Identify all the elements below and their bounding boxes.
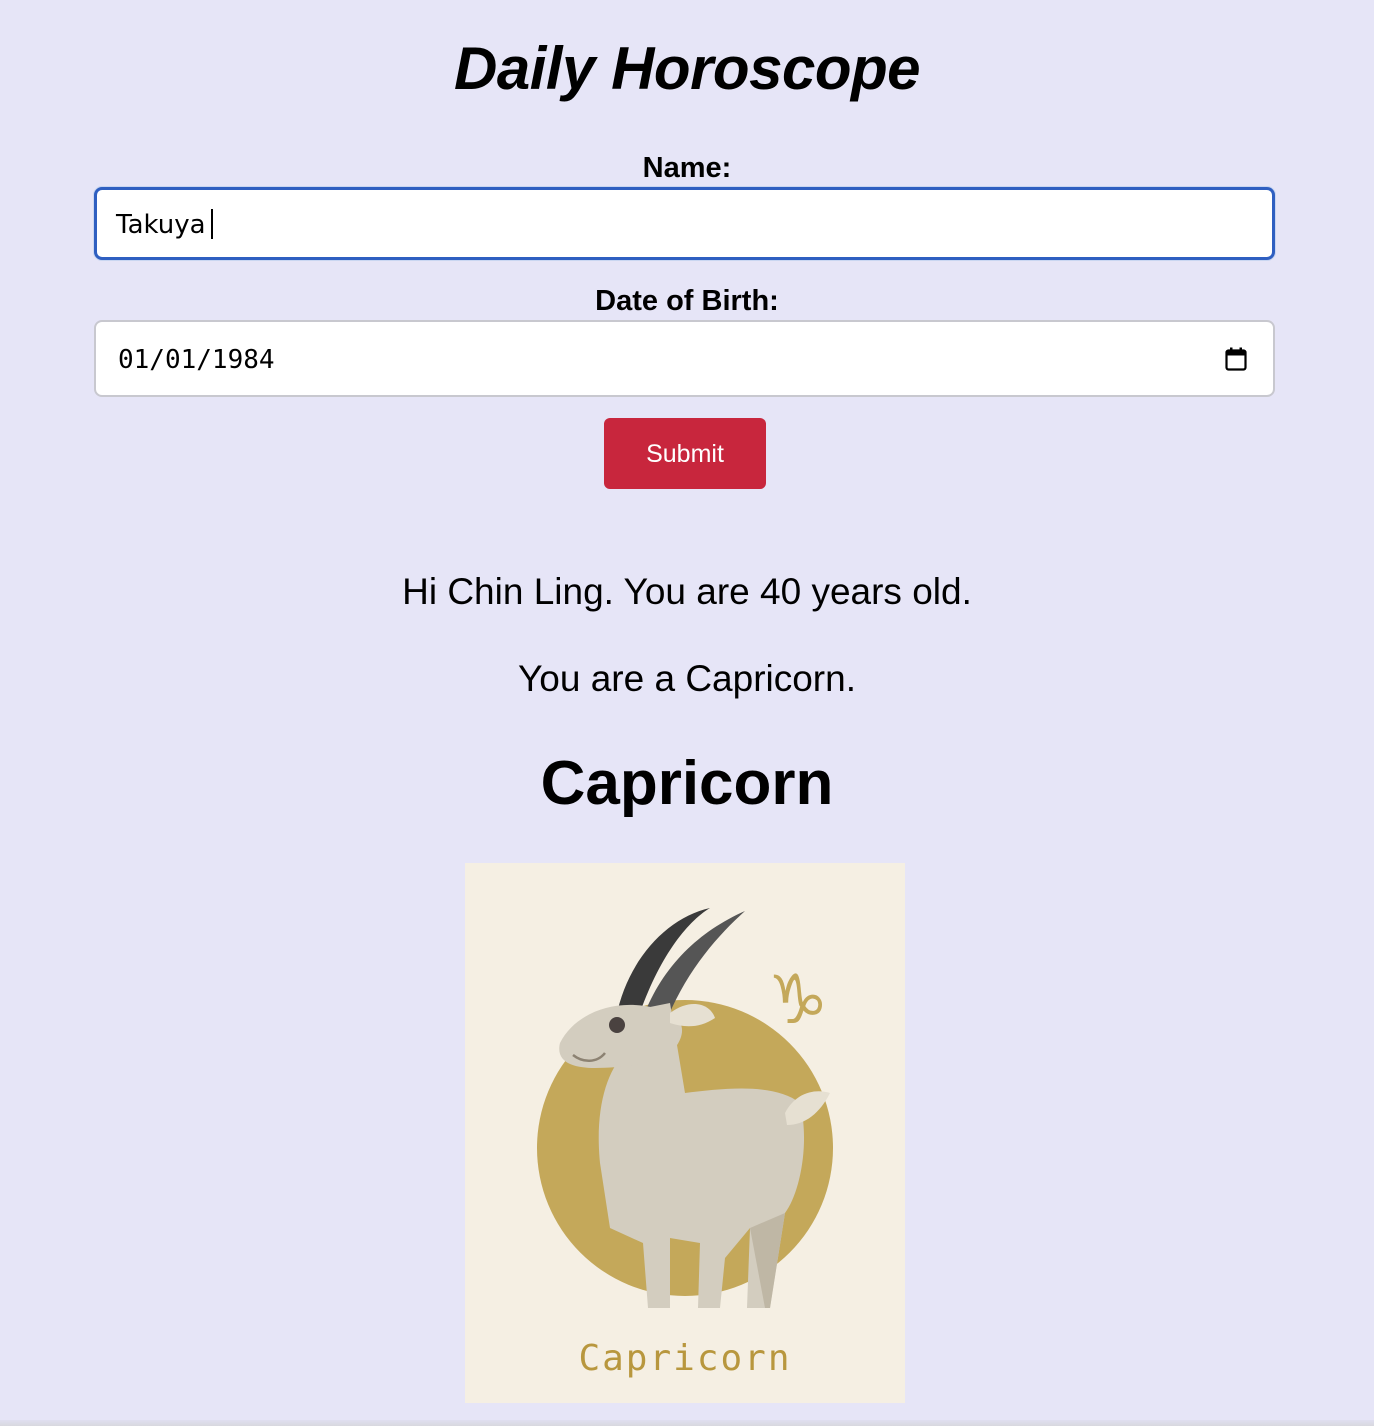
text-caret <box>210 209 213 239</box>
date-of-birth-label: Date of Birth: <box>595 285 779 317</box>
zodiac-sign-heading: Capricorn <box>540 749 834 818</box>
name-input-value: Takuya <box>116 209 213 241</box>
calendar-icon[interactable] <box>1225 347 1247 371</box>
submit-button[interactable]: Submit <box>604 418 766 489</box>
name-input[interactable]: Takuya <box>94 187 1275 260</box>
capricorn-goat-image: ♑ Capricorn <box>537 908 833 1379</box>
page-title: Daily Horoscope <box>454 35 920 102</box>
capricorn-symbol: ♑ <box>768 961 829 1040</box>
capricorn-illustration: ♑ Capricorn <box>465 863 905 1403</box>
greeting-text: Hi Chin Ling. You are 40 years old. <box>402 571 972 612</box>
window-bottom-edge <box>0 1420 1374 1426</box>
date-of-birth-value: 01/01/1984 <box>118 345 275 375</box>
capricorn-caption: Capricorn <box>578 1338 791 1379</box>
name-label: Name: <box>642 152 732 184</box>
goat-eye <box>609 1017 625 1033</box>
date-of-birth-input[interactable]: 01/01/1984 <box>94 320 1275 397</box>
zodiac-sign-text: You are a Capricorn. <box>517 658 856 699</box>
